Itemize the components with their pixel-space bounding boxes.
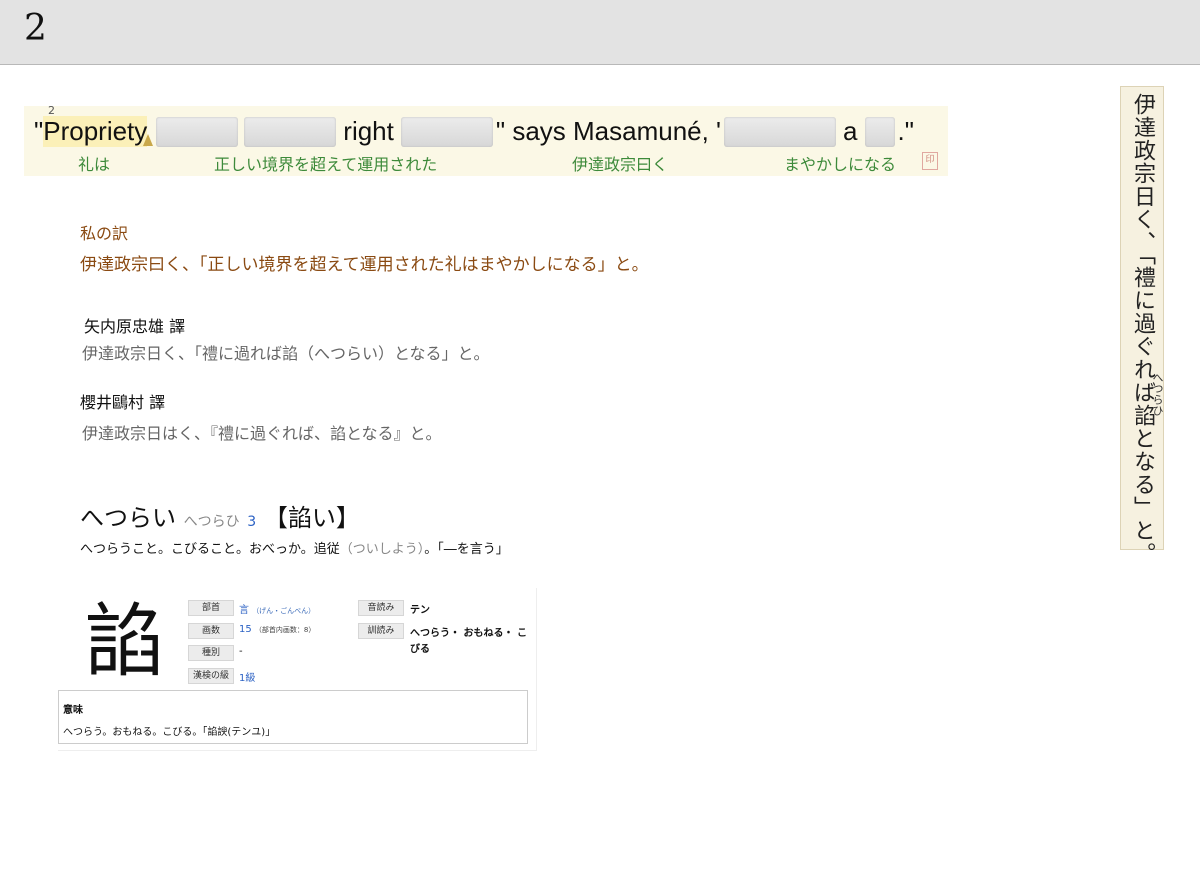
radical-value[interactable]: 言 （げん・ごんべん） — [239, 601, 315, 616]
radical-char[interactable]: 言 — [239, 605, 249, 616]
word-a[interactable]: a — [843, 116, 857, 147]
strokes-number[interactable]: 15 — [239, 624, 252, 635]
gloss-3: 伊達政宗曰く — [572, 155, 669, 174]
big-kanji: 諂 — [84, 595, 164, 688]
meaning-title: 意味 — [63, 705, 83, 716]
dictionary-headword: へつらい へつらひ 3 【諂い】 — [80, 498, 360, 533]
definition-reading: （ついしよう） — [339, 542, 425, 557]
cursor-marker-icon — [143, 133, 154, 146]
kun-reading-value-1: へつらう・ おもねる・ こ — [410, 628, 527, 639]
translation-yanaihara: 伊達政宗日く、「禮に過れば諂（へつらい）となる」と。 — [82, 344, 490, 363]
kanji-form: 【諂い】 — [263, 504, 360, 532]
page-number: 2 — [24, 8, 47, 49]
headword-reading: へつらひ — [183, 514, 240, 530]
word-propriety[interactable]: Propriety — [43, 116, 148, 147]
tag-strokes: 画数 — [188, 623, 234, 639]
blank-word-4[interactable] — [724, 116, 837, 147]
tag-kanken: 漢検の級 — [188, 668, 234, 684]
my-translation-label: 私の訳 — [80, 224, 129, 243]
headword: へつらい — [80, 504, 176, 532]
kun-reading-value-2: びる — [410, 644, 430, 655]
kanken-value[interactable]: 1級 — [239, 669, 255, 684]
word-right[interactable]: right — [343, 116, 394, 147]
blank-word-3[interactable] — [400, 116, 493, 147]
sentence-band: 2 " Propriety right " says Masamuné, ' a… — [24, 104, 948, 176]
kanji-card: 諂 部首 言 （げん・ごんべん） 画数 15 （部首内画数：8） 種別 - 漢検… — [58, 588, 537, 751]
quote-close: ." — [897, 116, 914, 146]
gloss-4: まやかしになる — [784, 155, 897, 174]
scanned-text-strip: 伊達政宗日く、「禮に過ぐれば諂となる」と。 へつらひ — [1120, 86, 1164, 565]
tag-type: 種別 — [188, 645, 234, 661]
meaning-box: 意味 へつらう。おもねる。こびる。「諂諛(テンユ)」 — [58, 690, 528, 744]
top-bar: 2 — [0, 0, 1200, 65]
radical-note: （げん・ごんべん） — [252, 607, 316, 615]
blank-word-1[interactable] — [156, 116, 239, 147]
blank-word-2[interactable] — [244, 116, 337, 147]
scanned-vertical-text: 伊達政宗日く、「禮に過ぐれば諂となる」と。 — [1130, 93, 1155, 565]
definition-text: へつらうこと。こびること。おべっか。追従 — [80, 542, 340, 557]
strokes-note: （部首内画数：8） — [254, 626, 316, 634]
meaning-text: へつらう。おもねる。こびる。「諂諛(テンユ)」 — [63, 727, 276, 738]
tag-on-reading: 音読み — [358, 600, 404, 616]
translation-sakurai: 伊達政宗日はく、『禮に過ぐれば、諂となる』と。 — [82, 424, 442, 443]
quote-open: " — [34, 116, 44, 146]
accent-number[interactable]: 3 — [247, 514, 256, 530]
tag-kun-reading: 訓読み — [358, 623, 404, 639]
definition-example: 。「―を言う」 — [424, 542, 509, 557]
says-masamune: " says Masamuné, ' — [495, 116, 722, 146]
on-reading-value: テン — [410, 605, 430, 616]
translator-sakurai: 櫻井鷗村 譯 — [80, 393, 166, 412]
english-sentence: " Propriety right " says Masamuné, ' a .… — [34, 116, 914, 147]
type-value: - — [239, 646, 243, 657]
gloss-1: 礼は — [78, 155, 111, 174]
my-translation-text: 伊達政宗曰く、「正しい境界を超えて運用された礼はまやかしになる」と。 — [80, 255, 649, 275]
gloss-2: 正しい境界を超えて運用された — [214, 155, 438, 174]
blank-word-5[interactable] — [864, 116, 895, 147]
scanned-ruby: へつらひ — [1151, 372, 1164, 416]
translator-yanaihara: 矢内原忠雄 譯 — [84, 317, 186, 336]
strokes-value: 15 （部首内画数：8） — [239, 624, 315, 635]
dictionary-definition: へつらうこと。こびること。おべっか。追従（ついしよう）。「―を言う」 — [80, 538, 509, 557]
seal-stamp-icon: 印 — [922, 152, 938, 170]
tag-radical: 部首 — [188, 600, 234, 616]
